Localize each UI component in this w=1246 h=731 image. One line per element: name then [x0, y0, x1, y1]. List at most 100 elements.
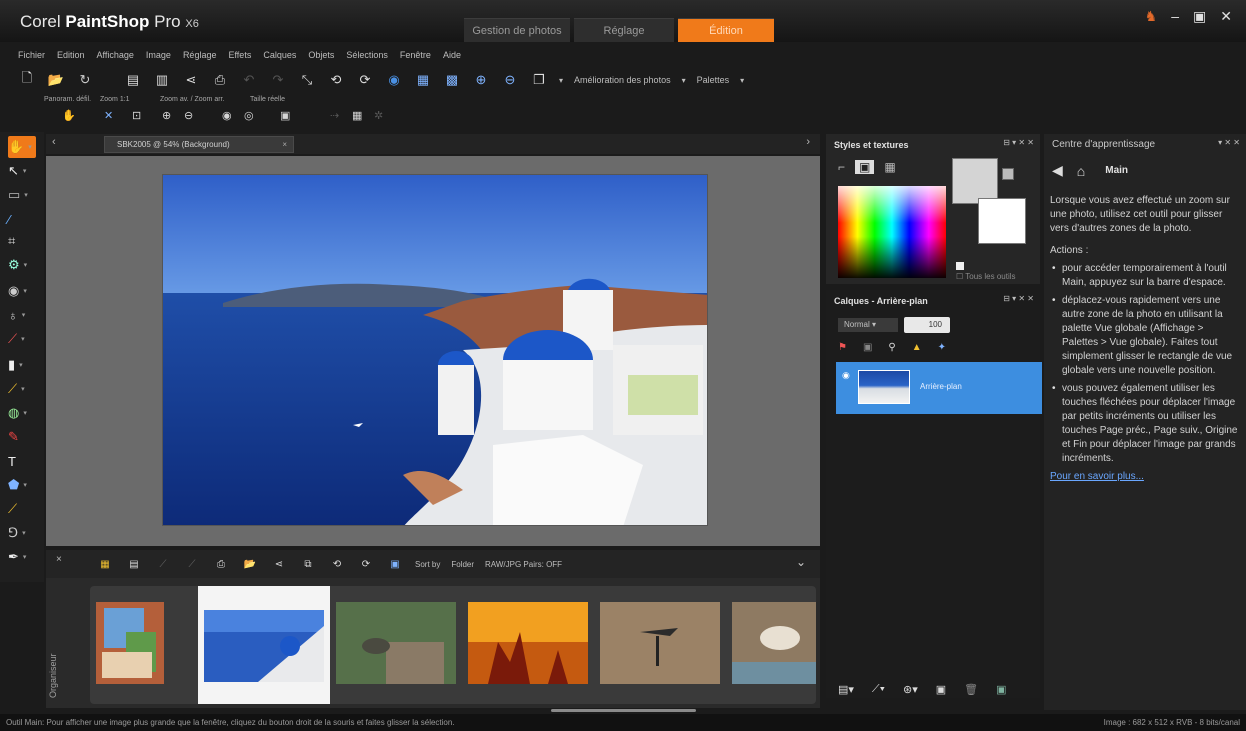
layer-options-icon[interactable]: ▣ [996, 683, 1006, 696]
tab-close-icon[interactable]: × [282, 137, 287, 152]
zoom-out-small-icon[interactable]: ⊖ [184, 109, 193, 122]
shape-tool[interactable]: ⬟ ▾ [8, 474, 36, 496]
new-mask-icon[interactable]: ⊛▾ [903, 683, 918, 696]
organizer-view-icon[interactable]: ▤ [125, 555, 143, 573]
pen-tool[interactable]: ⟋ [8, 498, 36, 520]
save-icon[interactable]: ▤ [124, 71, 142, 89]
new-file-icon[interactable]: 🗋 [18, 70, 36, 89]
learn-more-link[interactable]: Pour en savoir plus... [1050, 470, 1240, 484]
layer-visibility-icon[interactable]: ⚑ [838, 342, 847, 353]
new-layer-icon[interactable]: ▤▾ [838, 683, 854, 696]
help-icon[interactable]: ◉ [385, 71, 403, 89]
menu-affichage[interactable]: Affichage [97, 50, 134, 60]
zoom-100-icon[interactable]: ◉ [222, 109, 232, 122]
share-icon[interactable]: ⋖ [182, 71, 200, 89]
all-tools-checkbox[interactable]: ☐ Tous les outils [956, 272, 1016, 281]
properties-icon[interactable]: ▣ [936, 683, 946, 696]
new-adjust-layer-icon[interactable]: ⟋▾ [872, 683, 885, 696]
organizer-print-icon[interactable]: ⎙ [212, 555, 230, 573]
thumbnail[interactable] [336, 602, 456, 684]
rotate-right-icon[interactable]: ⟳ [356, 71, 374, 89]
styles-panel-controls[interactable]: ⊟ ▾ ✕ ✕ [1003, 138, 1034, 147]
tab-scroll-right-icon[interactable]: › [806, 136, 810, 148]
fit-icon[interactable]: ✕ [104, 109, 113, 122]
organizer-share-icon[interactable]: ⋖ [270, 555, 288, 573]
home-icon[interactable]: ⌂ [1077, 163, 1085, 179]
swap-colors-icon[interactable] [1002, 168, 1014, 180]
grid-icon[interactable]: ▩ [443, 71, 461, 89]
fit-window-icon[interactable]: ⊡ [132, 109, 141, 122]
browse-folders-icon[interactable]: ▦ [96, 555, 114, 573]
makeover-tool[interactable]: ♁ ▾ [8, 304, 36, 326]
thumbnail[interactable] [732, 602, 816, 684]
layer-link-icon[interactable]: ⚲ [888, 342, 895, 353]
menu-selections[interactable]: Sélections [346, 50, 388, 60]
minimize-icon[interactable]: – [1171, 8, 1179, 25]
paintbrush-tool[interactable]: ⟋ ▾ [8, 378, 36, 400]
rainbow-tab-icon[interactable]: ▣ [855, 160, 875, 174]
tab-gestion-photos[interactable]: Gestion de photos [464, 18, 570, 42]
thumbnail[interactable] [468, 602, 588, 684]
menu-reglage[interactable]: Réglage [183, 50, 217, 60]
folder-dropdown[interactable]: Folder [451, 560, 474, 569]
tab-scroll-left-icon[interactable]: ‹ [52, 136, 56, 148]
organizer-compare-icon[interactable]: ⧉ [299, 555, 317, 573]
open-folder-icon[interactable]: 📂 [47, 71, 65, 89]
color-picker[interactable] [838, 186, 946, 278]
zoom-in-icon[interactable]: ⊕ [472, 71, 490, 89]
close-icon[interactable]: ✕ [1220, 8, 1232, 25]
opacity-field[interactable]: 100 [904, 317, 950, 333]
learning-center-controls[interactable]: ▾ ✕ ✕ [1218, 138, 1240, 147]
document-tab[interactable]: SBK2005 @ 54% (Background) × [104, 136, 294, 153]
zoom-in-small-icon[interactable]: ⊕ [162, 109, 171, 122]
thumbnail[interactable] [96, 602, 164, 684]
organizer-close-icon[interactable]: × [56, 554, 62, 565]
pan-tool[interactable]: ✋ ▾ [8, 136, 36, 158]
resize-icon[interactable]: ⤡ [298, 71, 316, 89]
menu-effets[interactable]: Effets [228, 50, 251, 60]
frame-tab-icon[interactable]: ⌐ [838, 160, 845, 174]
text-tool[interactable]: T [8, 450, 36, 472]
menu-image[interactable]: Image [146, 50, 171, 60]
layer-row-selected[interactable]: ◉ Arrière-plan [836, 362, 1042, 414]
layer-effects-icon[interactable]: ✦ [938, 342, 946, 353]
document-image[interactable] [162, 174, 708, 526]
color-replacer-tool[interactable]: ✎ [8, 426, 36, 448]
layer-mask-icon[interactable]: ▣ [863, 342, 872, 353]
palettes-menu[interactable]: Palettes [697, 75, 730, 85]
menu-aide[interactable]: Aide [443, 50, 461, 60]
tab-edition[interactable]: Édition [678, 18, 774, 42]
layer-eye-icon[interactable]: ◉ [842, 370, 850, 381]
organizer-rotate-right-icon[interactable]: ⟳ [357, 555, 375, 573]
zoom-out-icon[interactable]: ⊖ [501, 71, 519, 89]
selection-tool[interactable]: ▭ ▾ [8, 184, 36, 206]
actual-size-icon[interactable]: ▣ [280, 109, 290, 122]
photo-enhance-menu[interactable]: Amélioration des photos [574, 75, 671, 85]
collapse-chevron-icon[interactable]: ⌄ [796, 555, 806, 569]
thumbnail[interactable] [600, 602, 720, 684]
overview-icon[interactable]: ▦ [352, 109, 362, 122]
blend-mode-select[interactable]: Normal ▾ [838, 318, 898, 332]
menu-edition[interactable]: Edition [57, 50, 85, 60]
delete-layer-icon[interactable]: 🗑 [964, 683, 978, 696]
rotate-left-icon[interactable]: ⟲ [327, 71, 345, 89]
default-colors-icon[interactable] [956, 262, 964, 270]
eraser-tool[interactable]: ▮ ▾ [8, 354, 36, 376]
swatches-tab-icon[interactable]: ▦ [884, 160, 895, 174]
raw-pairs-dropdown[interactable]: RAW/JPG Pairs: OFF [485, 560, 562, 569]
thumbnail-selected[interactable] [198, 586, 330, 704]
print-icon[interactable]: ⎙ [211, 71, 229, 89]
menu-fichier[interactable]: Fichier [18, 50, 45, 60]
view-icon[interactable]: ▦ [414, 71, 432, 89]
canvas-area[interactable] [46, 156, 820, 546]
sort-by-dropdown[interactable]: Sort by [415, 560, 440, 569]
restore-icon[interactable]: ▣ [1193, 8, 1206, 25]
menu-calques[interactable]: Calques [263, 50, 296, 60]
hand-icon[interactable]: ✋ [62, 109, 76, 122]
dropdown-arrow-icon[interactable]: ▾ [682, 76, 686, 85]
dropper-tool[interactable]: ⁄ [8, 208, 36, 230]
back-icon[interactable]: ◀ [1052, 162, 1063, 179]
clone-tool[interactable]: ⟋ ▾ [8, 328, 36, 350]
save-as-icon[interactable]: ▥ [153, 71, 171, 89]
layer-lock-icon[interactable]: ▲ [912, 342, 922, 353]
